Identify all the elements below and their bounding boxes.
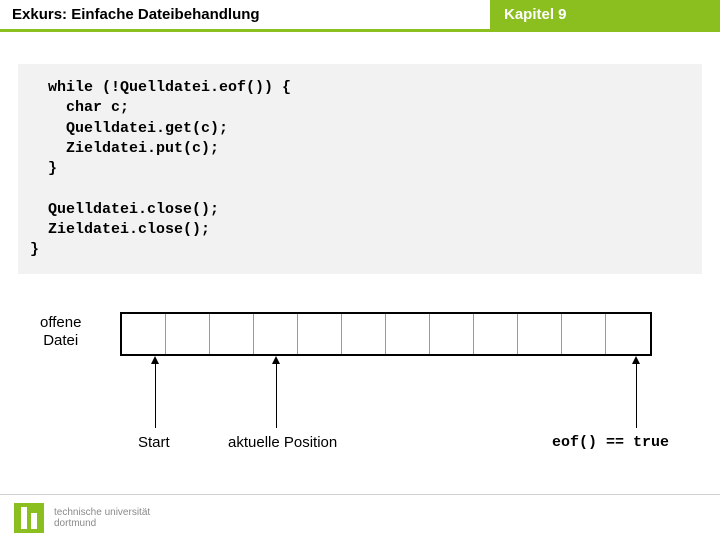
file-tape bbox=[120, 312, 652, 356]
label-current-position: aktuelle Position bbox=[228, 434, 337, 451]
file-label-line1: offene bbox=[40, 314, 81, 331]
tape-cell bbox=[122, 314, 166, 354]
slide-header: Exkurs: Einfache Dateibehandlung Kapitel… bbox=[0, 0, 720, 32]
tape-cell bbox=[342, 314, 386, 354]
tape-cell bbox=[474, 314, 518, 354]
file-label-line2: Datei bbox=[43, 332, 78, 349]
arrow-eof bbox=[636, 362, 637, 428]
tape-cell bbox=[562, 314, 606, 354]
tape-cell bbox=[386, 314, 430, 354]
tape-cell bbox=[518, 314, 562, 354]
university-name: technische universität dortmund bbox=[54, 507, 150, 529]
uni-line2: dortmund bbox=[54, 518, 96, 529]
open-file-label: offene Datei bbox=[40, 314, 81, 350]
label-start: Start bbox=[138, 434, 170, 451]
tape-cell bbox=[210, 314, 254, 354]
chapter-badge: Kapitel 9 bbox=[490, 0, 720, 32]
arrow-current bbox=[276, 362, 277, 428]
tape-cell bbox=[166, 314, 210, 354]
tape-cell bbox=[606, 314, 650, 354]
arrow-start bbox=[155, 362, 156, 428]
tape-cell bbox=[430, 314, 474, 354]
file-pointer-diagram: offene Datei Start aktuelle Position eof… bbox=[0, 300, 720, 480]
slide-title: Exkurs: Einfache Dateibehandlung bbox=[0, 0, 490, 32]
code-listing: while (!Quelldatei.eof()) { char c; Quel… bbox=[18, 64, 702, 274]
tape-cell bbox=[254, 314, 298, 354]
tape-cell bbox=[298, 314, 342, 354]
slide-footer: technische universität dortmund bbox=[0, 494, 720, 540]
label-eof: eof() == true bbox=[552, 434, 669, 451]
tu-logo-icon bbox=[14, 503, 44, 533]
uni-line1: technische universität bbox=[54, 507, 150, 518]
